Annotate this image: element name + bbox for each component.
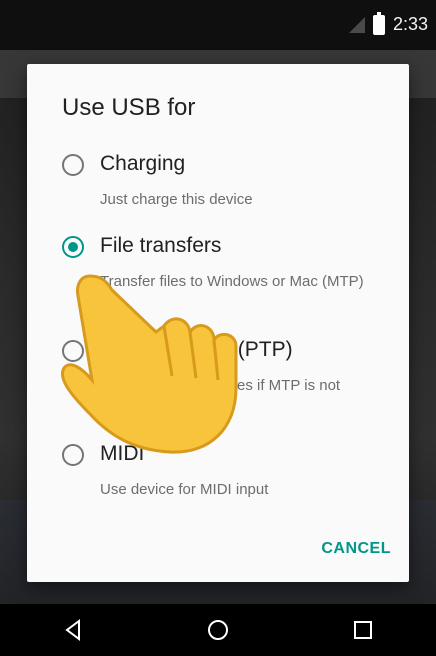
radio-file-transfers[interactable]: [62, 236, 84, 258]
status-time: 2:33: [392, 14, 428, 34]
option-label: File transfers: [100, 234, 222, 257]
battery-icon: [372, 11, 385, 35]
option-label: Photo transfer (PTP): [100, 338, 293, 361]
option-label: Charging: [100, 152, 186, 175]
status-bar: 2:33: [0, 0, 436, 50]
back-button[interactable]: [43, 610, 103, 650]
home-button[interactable]: [188, 610, 248, 650]
back-icon: [64, 619, 80, 641]
option-description: Just charge this device: [100, 191, 253, 208]
option-label: MIDI: [100, 442, 145, 465]
radio-photo-transfer[interactable]: [62, 340, 84, 362]
recents-icon: [354, 621, 373, 639]
recents-button[interactable]: [333, 610, 393, 650]
home-icon: [207, 620, 228, 640]
navigation-bar: [0, 604, 436, 656]
dialog-title: Use USB for: [62, 94, 196, 121]
option-description: Transfer files to Windows or Mac (MTP): [100, 273, 364, 290]
option-description: Use device for MIDI input: [100, 481, 269, 498]
signal-icon: [348, 16, 365, 33]
option-description: Transfer photos or files if MTP is not s…: [100, 377, 341, 414]
radio-midi[interactable]: [62, 444, 84, 466]
usb-options-dialog: Use USB for Charging Just charge this de…: [27, 64, 409, 582]
radio-charging[interactable]: [62, 154, 84, 176]
cancel-button[interactable]: CANCEL: [321, 540, 391, 558]
